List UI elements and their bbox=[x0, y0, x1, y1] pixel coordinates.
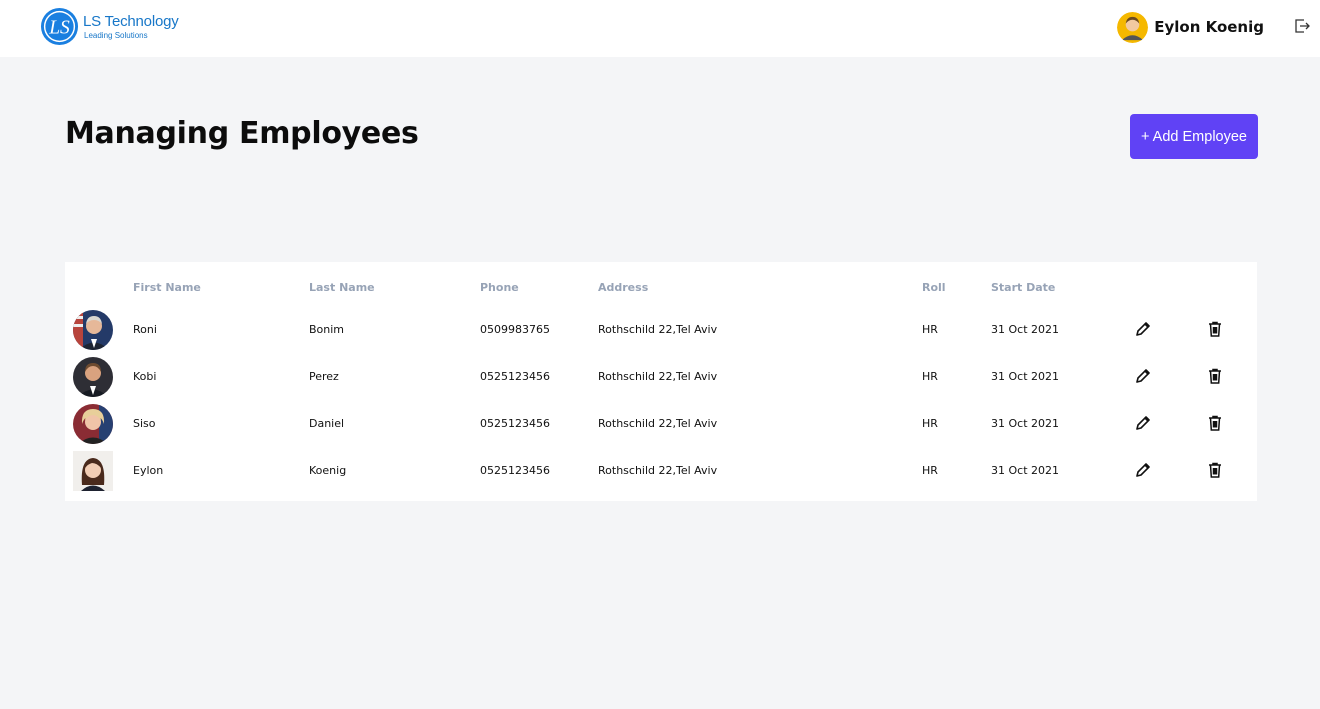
logout-icon[interactable] bbox=[1293, 17, 1311, 35]
pencil-icon bbox=[1136, 322, 1150, 336]
last-name-cell: Perez bbox=[309, 370, 339, 383]
delete-button[interactable] bbox=[1206, 367, 1224, 385]
address-cell: Rothschild 22,Tel Aviv bbox=[598, 323, 718, 336]
phone-cell: 0525123456 bbox=[480, 464, 550, 477]
ls-logo-icon: LS bbox=[40, 7, 79, 46]
start-date-cell: 31 Oct 2021 bbox=[991, 464, 1060, 477]
roll-cell: HR bbox=[922, 323, 938, 336]
phone-cell: 0525123456 bbox=[480, 370, 550, 383]
edit-button[interactable] bbox=[1134, 320, 1152, 338]
header-first-name: First Name bbox=[133, 281, 201, 294]
user-avatar-icon bbox=[1117, 11, 1149, 43]
last-name-cell: Bonim bbox=[309, 323, 345, 336]
employee-photo bbox=[73, 451, 113, 491]
first-name-cell: Siso bbox=[133, 417, 156, 430]
trash-icon bbox=[1209, 462, 1221, 478]
first-name-cell: Eylon bbox=[133, 464, 164, 477]
delete-button[interactable] bbox=[1206, 320, 1224, 338]
user-name: Eylon Koenig bbox=[1154, 18, 1264, 36]
header-last-name: Last Name bbox=[309, 281, 375, 294]
first-name-cell: Kobi bbox=[133, 370, 157, 383]
address-cell: Rothschild 22,Tel Aviv bbox=[598, 370, 718, 383]
edit-button[interactable] bbox=[1134, 367, 1152, 385]
user-menu[interactable]: Eylon Koenig bbox=[1117, 11, 1264, 43]
header-phone: Phone bbox=[480, 281, 519, 294]
top-bar: LS LS Technology Leading Solutions Eylon… bbox=[0, 0, 1320, 57]
employee-photo bbox=[73, 357, 113, 397]
table-row: Eylon Koenig 0525123456 Rothschild 22,Te… bbox=[65, 449, 1257, 496]
trash-icon bbox=[1209, 321, 1221, 337]
employee-photo bbox=[73, 404, 113, 444]
last-name-cell: Koenig bbox=[309, 464, 347, 477]
edit-button[interactable] bbox=[1134, 461, 1152, 479]
page-title: Managing Employees bbox=[65, 116, 419, 151]
add-employee-button[interactable]: + Add Employee bbox=[1130, 114, 1258, 159]
table-row: Roni Bonim 0509983765 Rothschild 22,Tel … bbox=[65, 308, 1257, 355]
svg-text:LS: LS bbox=[48, 17, 70, 38]
employee-photo bbox=[73, 310, 113, 350]
trash-icon bbox=[1209, 368, 1221, 384]
header-address: Address bbox=[598, 281, 649, 294]
delete-button[interactable] bbox=[1206, 461, 1224, 479]
phone-cell: 0509983765 bbox=[480, 323, 550, 336]
delete-button[interactable] bbox=[1206, 414, 1224, 432]
employees-table: First Name Last Name Phone Address Roll … bbox=[65, 262, 1257, 501]
first-name-cell: Roni bbox=[133, 323, 157, 336]
address-cell: Rothschild 22,Tel Aviv bbox=[598, 464, 718, 477]
start-date-cell: 31 Oct 2021 bbox=[991, 370, 1060, 383]
start-date-cell: 31 Oct 2021 bbox=[991, 417, 1060, 430]
start-date-cell: 31 Oct 2021 bbox=[991, 323, 1060, 336]
pencil-icon bbox=[1136, 416, 1150, 430]
roll-cell: HR bbox=[922, 370, 938, 383]
pencil-icon bbox=[1136, 463, 1150, 477]
table-row: Kobi Perez 0525123456 Rothschild 22,Tel … bbox=[65, 355, 1257, 402]
brand-logo[interactable]: LS LS Technology Leading Solutions bbox=[40, 7, 179, 46]
trash-icon bbox=[1209, 415, 1221, 431]
header-roll: Roll bbox=[922, 281, 946, 294]
brand-name: LS Technology bbox=[83, 12, 179, 30]
roll-cell: HR bbox=[922, 464, 938, 477]
phone-cell: 0525123456 bbox=[480, 417, 550, 430]
header-start-date: Start Date bbox=[991, 281, 1056, 294]
address-cell: Rothschild 22,Tel Aviv bbox=[598, 417, 718, 430]
roll-cell: HR bbox=[922, 417, 938, 430]
table-row: Siso Daniel 0525123456 Rothschild 22,Tel… bbox=[65, 402, 1257, 449]
brand-tagline: Leading Solutions bbox=[84, 30, 148, 40]
pencil-icon bbox=[1136, 369, 1150, 383]
edit-button[interactable] bbox=[1134, 414, 1152, 432]
last-name-cell: Daniel bbox=[309, 417, 345, 430]
